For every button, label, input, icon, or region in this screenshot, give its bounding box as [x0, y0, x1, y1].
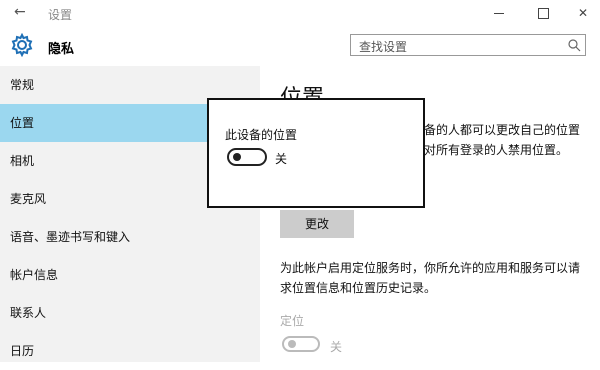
search-icon[interactable] — [567, 38, 581, 52]
search-placeholder: 查找设置 — [359, 40, 408, 54]
toggle-knob — [233, 153, 241, 161]
page-title: 隐私 — [48, 42, 75, 57]
location-label: 定位 — [280, 314, 305, 328]
gear-icon — [11, 33, 33, 57]
settings-header: 隐私 查找设置 — [0, 26, 600, 66]
sidebar-item-contacts[interactable]: 联系人 — [0, 294, 260, 332]
sidebar-item-speech-inking-typing[interactable]: 语音、墨迹书写和键入 — [0, 218, 260, 256]
location-service-description: 为此帐户启用定位服务时，你所允许的应用和服务可以请求位置信息和位置历史记录。 — [280, 261, 581, 295]
change-button[interactable]: 更改 — [280, 210, 354, 238]
location-toggle-label: 关 — [330, 340, 343, 354]
back-arrow-icon[interactable]: ← — [14, 4, 26, 20]
minimize-button[interactable] — [484, 2, 514, 24]
close-icon: ✕ — [577, 6, 589, 20]
sidebar-item-account-info[interactable]: 帐户信息 — [0, 256, 260, 294]
title-bar: ← 设置 ✕ — [0, 0, 600, 27]
device-location-popup: 此设备的位置 关 — [207, 98, 425, 208]
toggle-knob — [288, 340, 296, 348]
search-input[interactable]: 查找设置 — [350, 34, 586, 56]
popup-title: 此设备的位置 — [225, 128, 298, 142]
location-toggle[interactable] — [282, 336, 320, 352]
device-location-toggle-label: 关 — [275, 152, 288, 166]
maximize-icon — [537, 8, 549, 19]
device-location-toggle[interactable] — [227, 148, 267, 166]
sidebar-item-calendar[interactable]: 日历 — [0, 332, 260, 370]
maximize-button[interactable] — [528, 2, 558, 24]
minimize-icon — [494, 13, 504, 14]
window-title: 设置 — [48, 8, 73, 22]
close-button[interactable]: ✕ — [568, 2, 598, 24]
